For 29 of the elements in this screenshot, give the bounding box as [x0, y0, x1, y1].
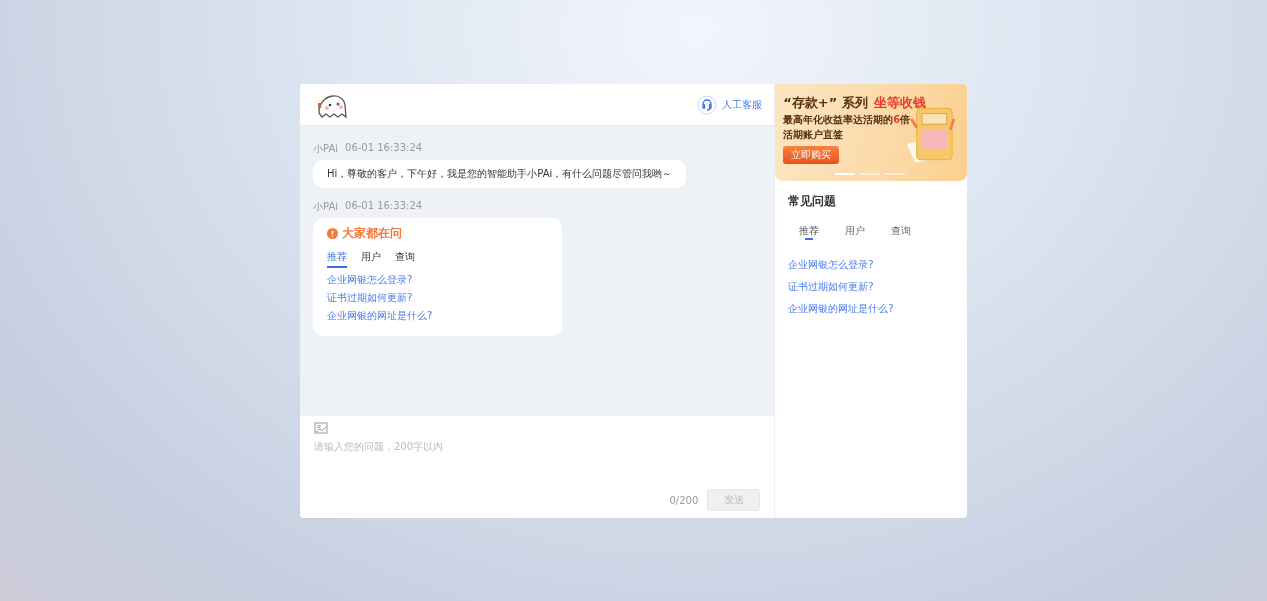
question-link[interactable]: 证书过期如何更新? — [327, 289, 548, 307]
faq-panel-title: 常见问题 — [788, 193, 838, 210]
sender-name: 小PAi — [313, 142, 338, 156]
tab[interactable]: 推荐 — [799, 224, 820, 242]
tab[interactable]: 用户 — [845, 224, 866, 242]
image-icon — [314, 422, 328, 434]
message-time: 06-01 16:33:24 — [345, 142, 423, 155]
headset-icon — [697, 94, 718, 115]
question-link[interactable]: 企业网银怎么登录? — [788, 254, 954, 276]
banner-text: 活期账户直签 — [783, 128, 845, 142]
customer-service-button[interactable]: 人工客服 — [697, 94, 763, 115]
banner-text: 最高年化收益率达活期的6倍 — [783, 113, 912, 127]
character-counter: 0/200 — [669, 494, 699, 506]
question-link[interactable]: 企业网银的网址是什么? — [788, 298, 954, 320]
question-link[interactable]: 证书过期如何更新? — [788, 276, 954, 298]
banner-title: “存款+” 系列 — [783, 94, 868, 112]
message-bubble: Hi，尊敬的客户，下午好，我是您的智能助手小PAi，有什么问题尽管问我哟～ — [313, 160, 687, 188]
tab[interactable]: 推荐 — [327, 250, 347, 268]
tab[interactable]: 查询 — [891, 224, 912, 242]
question-link[interactable]: 企业网银怎么登录? — [327, 271, 548, 289]
tab[interactable]: 用户 — [361, 250, 381, 268]
message-time: 06-01 16:33:24 — [345, 200, 423, 213]
sender-name: 小PAi — [313, 200, 338, 214]
alert-icon — [327, 228, 338, 239]
question-link[interactable]: 企业网银的网址是什么? — [327, 307, 548, 325]
buy-button[interactable]: 立即购买 — [783, 146, 840, 164]
tab[interactable]: 查询 — [395, 250, 415, 268]
banner-highlight: 坐等收钱 — [873, 94, 926, 112]
faq-title: 大家都在问 — [342, 225, 402, 242]
